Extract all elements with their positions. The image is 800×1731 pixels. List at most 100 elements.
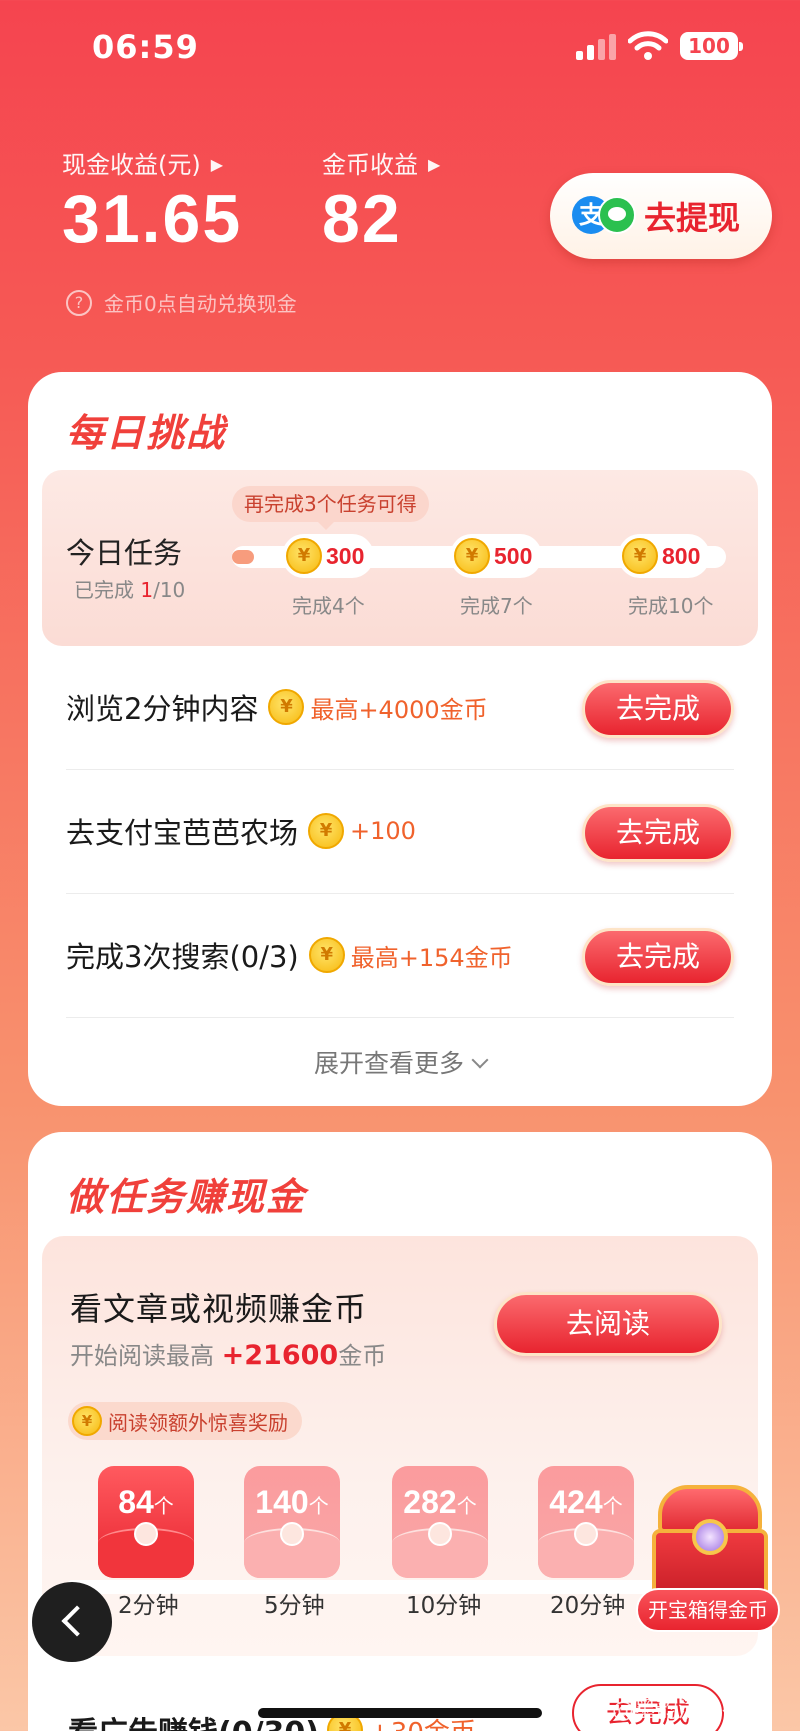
daily-challenge-title: 每日挑战 bbox=[66, 411, 227, 455]
expand-more-link[interactable]: 展开查看更多 bbox=[28, 1044, 772, 1080]
milestone-label: 完成10个 bbox=[628, 594, 714, 618]
exchange-hint-text: 金币0点自动兑换现金 bbox=[104, 292, 297, 316]
coin-icon: ¥ bbox=[622, 538, 658, 574]
milestone-label: 完成4个 bbox=[292, 594, 365, 618]
cash-tasks-card: 做任务赚现金 看文章或视频赚金币 开始阅读最高 +21600金币 去阅读 ¥ 阅… bbox=[28, 1132, 772, 1731]
red-packet-time: 5分钟 bbox=[264, 1593, 325, 1619]
coin-earnings-value: 82 bbox=[322, 181, 402, 257]
coin-icon: ¥ bbox=[454, 538, 490, 574]
open-chest-button[interactable]: 开宝箱得金币 bbox=[636, 1588, 780, 1632]
red-packet-amount: 140个 bbox=[244, 1484, 340, 1521]
exchange-hint[interactable]: ? 金币0点自动兑换现金 bbox=[66, 288, 297, 317]
bonus-reward-tag: ¥ 阅读领额外惊喜奖励 bbox=[68, 1402, 302, 1440]
milestone-value: 300 bbox=[326, 542, 365, 569]
payment-icons: 支 bbox=[572, 194, 638, 238]
remaining-tip: 再完成3个任务可得 bbox=[232, 486, 429, 530]
withdraw-label: 去提现 bbox=[644, 199, 741, 237]
wifi-icon bbox=[628, 31, 668, 60]
go-read-button[interactable]: 去阅读 bbox=[494, 1292, 722, 1356]
red-packet-unit: 个 bbox=[153, 1496, 174, 1518]
milestone-label: 完成7个 bbox=[460, 594, 533, 618]
help-icon: ? bbox=[66, 289, 92, 316]
watermark: @墨韵清风夜 bbox=[612, 1698, 745, 1723]
task-title-text: 浏览2分钟内容 bbox=[66, 692, 259, 726]
red-packet[interactable]: 282个 bbox=[392, 1466, 488, 1578]
wechat-icon bbox=[598, 196, 636, 234]
red-packet[interactable]: 424个 bbox=[538, 1466, 634, 1578]
play-arrow-icon: ▶ bbox=[428, 155, 441, 174]
task-title-text: 去支付宝芭芭农场 bbox=[66, 816, 299, 850]
task-title: 浏览2分钟内容 ¥ 最高+4000金币 bbox=[66, 686, 488, 728]
reading-title: 看文章或视频赚金币 bbox=[70, 1290, 368, 1328]
gem-icon bbox=[692, 1519, 728, 1555]
signal-icon bbox=[576, 34, 618, 60]
completed-prefix: 已完成 bbox=[74, 578, 141, 602]
task-reward: 最高+4000金币 bbox=[310, 695, 488, 724]
coin-earnings-label-text: 金币收益 bbox=[322, 151, 418, 179]
daily-progress-box: 今日任务 已完成 1/10 再完成3个任务可得 ¥ 300 ¥ 500 ¥ 80… bbox=[42, 470, 758, 646]
task-row: 去支付宝芭芭农场 ¥ +100 去完成 bbox=[66, 770, 734, 894]
red-packet[interactable]: 140个 bbox=[244, 1466, 340, 1578]
task-reward: +100 bbox=[350, 817, 416, 845]
red-packet[interactable]: 84个 bbox=[98, 1466, 194, 1578]
milestone-3: ¥ 800 bbox=[618, 534, 711, 578]
red-packet-number: 140 bbox=[255, 1484, 309, 1520]
expand-more-label: 展开查看更多 bbox=[313, 1049, 464, 1078]
go-complete-button[interactable]: 去完成 bbox=[582, 928, 734, 986]
red-packet-number: 282 bbox=[403, 1484, 457, 1520]
task-row: 完成3次搜索(0/3) ¥ 最高+154金币 去完成 bbox=[66, 894, 734, 1018]
coin-icon: ¥ bbox=[72, 1406, 102, 1436]
home-indicator bbox=[258, 1708, 542, 1718]
task-reward: 最高+154金币 bbox=[350, 943, 513, 972]
cash-earnings-label-text: 现金收益(元) bbox=[62, 151, 201, 179]
battery-icon: 100 bbox=[680, 32, 743, 60]
go-complete-button[interactable]: 去完成 bbox=[582, 680, 734, 738]
red-packet-dot bbox=[428, 1522, 452, 1546]
milestone-2: ¥ 500 bbox=[450, 534, 543, 578]
progress-fill bbox=[232, 550, 254, 564]
bonus-reward-text: 阅读领额外惊喜奖励 bbox=[108, 1410, 288, 1435]
status-time: 06:59 bbox=[92, 28, 199, 66]
completed-number: 1 bbox=[140, 578, 154, 602]
red-packet-time: 10分钟 bbox=[406, 1593, 482, 1619]
cash-earnings-value: 31.65 bbox=[62, 181, 243, 257]
red-packet-amount: 84个 bbox=[98, 1484, 194, 1521]
red-packet-number: 84 bbox=[118, 1484, 154, 1520]
red-packet-amount: 424个 bbox=[538, 1484, 634, 1521]
coin-earnings-label[interactable]: 金币收益 ▶ bbox=[322, 145, 440, 180]
coin-icon: ¥ bbox=[268, 689, 305, 725]
red-packet-amount: 282个 bbox=[392, 1484, 488, 1521]
treasure-chest-icon[interactable] bbox=[640, 1475, 780, 1605]
red-packet-dot bbox=[134, 1522, 158, 1546]
milestone-value: 800 bbox=[662, 542, 701, 569]
coin-icon: ¥ bbox=[308, 813, 345, 849]
red-packet-time: 2分钟 bbox=[118, 1593, 179, 1619]
task-title: 去支付宝芭芭农场 ¥ +100 bbox=[66, 810, 416, 852]
play-arrow-icon: ▶ bbox=[210, 155, 224, 174]
reading-subtitle-prefix: 开始阅读最高 bbox=[70, 1342, 222, 1370]
back-button[interactable] bbox=[32, 1582, 112, 1662]
red-packet-unit: 个 bbox=[456, 1496, 477, 1518]
cash-tasks-title: 做任务赚现金 bbox=[66, 1175, 307, 1219]
task-title: 完成3次搜索(0/3) ¥ 最高+154金币 bbox=[66, 934, 513, 976]
milestone-value: 500 bbox=[494, 542, 533, 569]
completed-total: /10 bbox=[153, 578, 186, 602]
cash-earnings-label[interactable]: 现金收益(元) ▶ bbox=[62, 145, 223, 180]
go-complete-button[interactable]: 去完成 bbox=[582, 804, 734, 862]
today-tasks-label: 今日任务 bbox=[66, 536, 183, 570]
coin-icon: ¥ bbox=[308, 937, 345, 973]
reading-subtitle-suffix: 金币 bbox=[338, 1342, 387, 1370]
red-packet-number: 424 bbox=[549, 1484, 603, 1520]
task-row: 浏览2分钟内容 ¥ 最高+4000金币 去完成 bbox=[66, 646, 734, 770]
status-bar: 06:59 100 bbox=[0, 0, 800, 90]
withdraw-button[interactable]: 支 去提现 bbox=[550, 173, 772, 259]
chevron-down-icon bbox=[471, 1051, 489, 1069]
red-packet-dot bbox=[574, 1522, 598, 1546]
coin-icon: ¥ bbox=[286, 538, 322, 574]
milestone-1: ¥ 300 bbox=[282, 534, 375, 578]
red-packet-time: 20分钟 bbox=[550, 1593, 626, 1619]
task-title-text: 完成3次搜索(0/3) bbox=[66, 940, 299, 974]
reading-subtitle: 开始阅读最高 +21600金币 bbox=[70, 1336, 386, 1371]
red-packet-unit: 个 bbox=[602, 1496, 623, 1518]
reading-max-reward: +21600 bbox=[221, 1340, 339, 1371]
